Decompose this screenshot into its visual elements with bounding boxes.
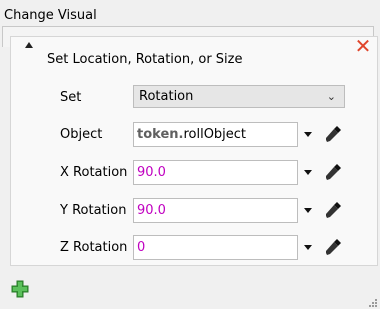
- resize-grip-icon[interactable]: [366, 296, 378, 308]
- window-title: Change Visual: [4, 8, 97, 23]
- add-plus-icon[interactable]: [9, 278, 31, 300]
- z-rotation-eyedropper-icon[interactable]: [322, 236, 344, 258]
- close-icon[interactable]: ✕: [351, 35, 375, 57]
- x-rotation-dropdown-icon[interactable]: [304, 170, 312, 175]
- object-prefix: token.: [137, 127, 184, 142]
- collapse-triangle-icon[interactable]: [25, 42, 33, 48]
- y-rotation-eyedropper-icon[interactable]: [322, 199, 344, 221]
- set-label: Set: [60, 90, 82, 105]
- y-rotation-dropdown-icon[interactable]: [304, 208, 312, 213]
- y-rotation-field[interactable]: 90.0: [133, 198, 298, 223]
- x-rotation-field[interactable]: 90.0: [133, 160, 298, 185]
- object-eyedropper-icon[interactable]: [322, 123, 344, 145]
- section-title: Set Location, Rotation, or Size: [47, 52, 243, 67]
- object-field[interactable]: token.rollObject: [133, 122, 298, 147]
- y-rotation-label: Y Rotation: [60, 203, 127, 218]
- z-rotation-field[interactable]: 0: [133, 235, 298, 260]
- object-label: Object: [60, 127, 103, 142]
- object-value: rollObject: [183, 127, 247, 142]
- z-rotation-dropdown-icon[interactable]: [304, 245, 312, 250]
- z-rotation-label: Z Rotation: [60, 240, 128, 255]
- set-value: Rotation: [139, 89, 194, 104]
- x-rotation-label: X Rotation: [60, 165, 128, 180]
- x-rotation-eyedropper-icon[interactable]: [322, 161, 344, 183]
- set-dropdown[interactable]: Rotation ⌄: [133, 85, 345, 108]
- activity-panel: [10, 36, 378, 266]
- object-dropdown-icon[interactable]: [304, 132, 312, 137]
- chevron-down-icon: ⌄: [326, 90, 336, 103]
